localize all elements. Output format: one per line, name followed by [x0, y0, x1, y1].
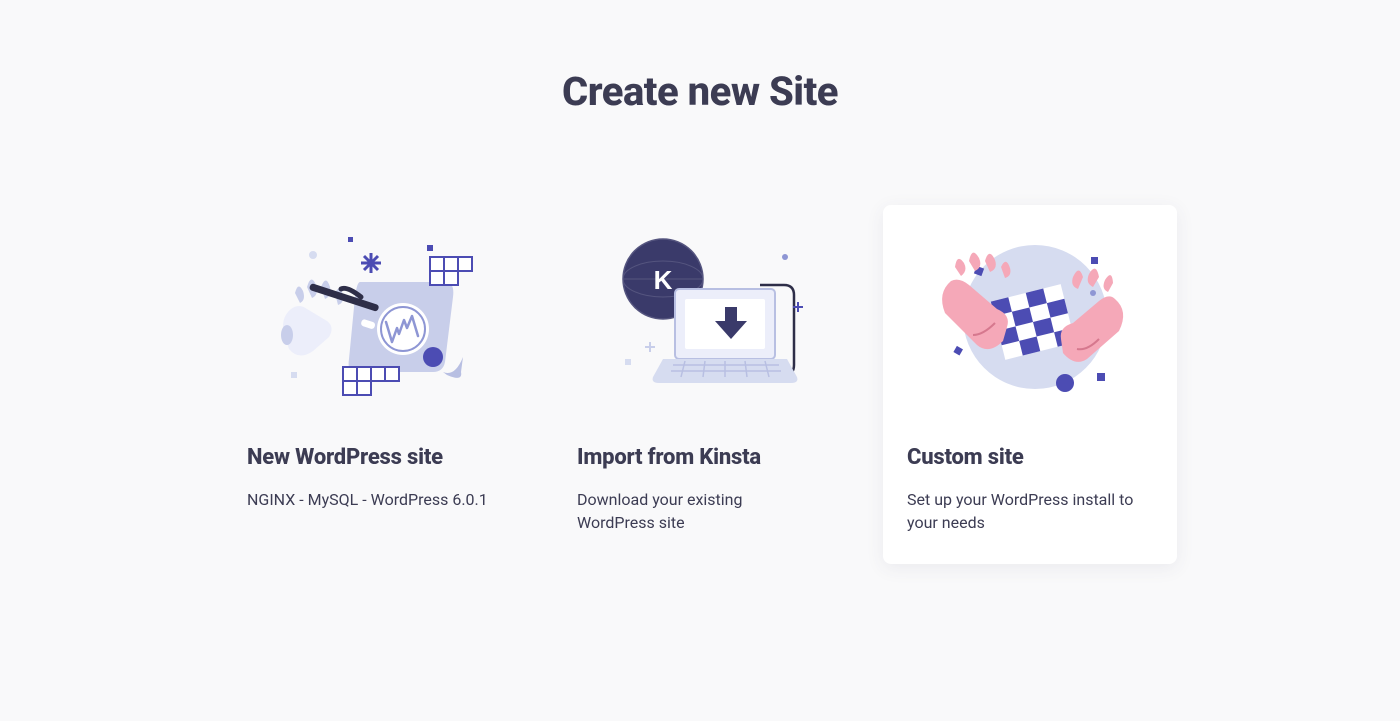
option-custom-site[interactable]: Custom site Set up your WordPress instal… [883, 205, 1177, 564]
laptop-download-icon: K [585, 227, 815, 407]
option-new-wordpress[interactable]: New WordPress site NGINX - MySQL - WordP… [223, 205, 517, 564]
option-title: Custom site [907, 445, 1153, 470]
svg-text:K: K [654, 265, 673, 295]
option-description: NGINX - MySQL - WordPress 6.0.1 [247, 488, 493, 511]
option-description: Download your existing WordPress site [577, 488, 823, 534]
option-import-kinsta[interactable]: K [553, 205, 847, 564]
import-kinsta-illustration: K [577, 227, 823, 407]
create-site-page: Create new Site [0, 0, 1400, 564]
option-title: Import from Kinsta [577, 445, 823, 470]
page-title: Create new Site [562, 68, 838, 115]
custom-site-illustration [907, 227, 1153, 407]
hands-puzzle-icon [915, 227, 1145, 407]
wand-wordpress-icon [255, 227, 485, 407]
new-wordpress-illustration [247, 227, 493, 407]
site-options-row: New WordPress site NGINX - MySQL - WordP… [223, 205, 1177, 564]
option-title: New WordPress site [247, 445, 493, 470]
option-description: Set up your WordPress install to your ne… [907, 488, 1153, 534]
